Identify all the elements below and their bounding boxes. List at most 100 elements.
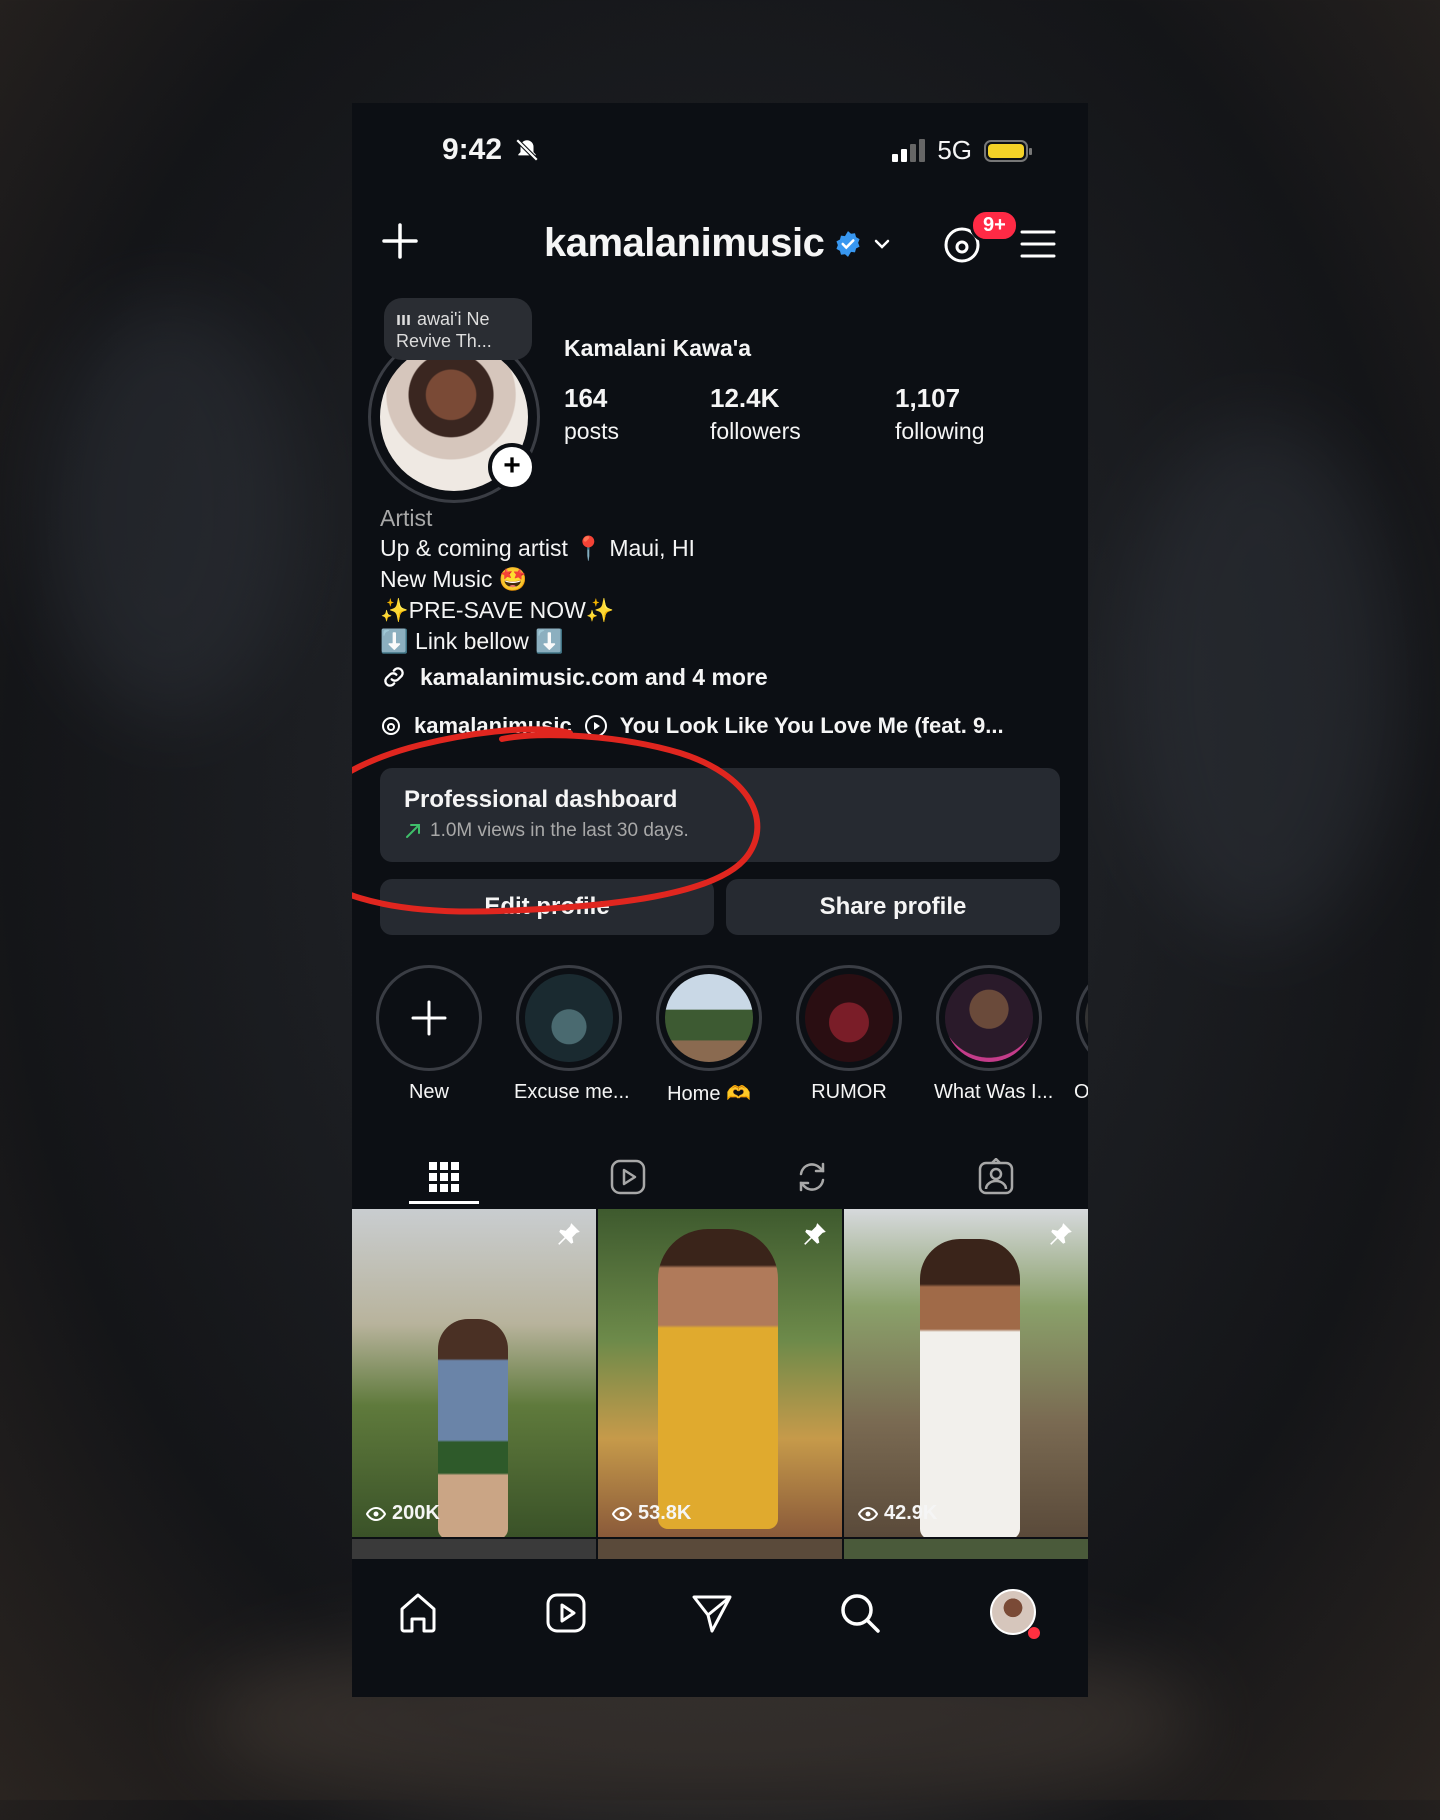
edit-profile-button[interactable]: Edit profile	[380, 879, 714, 935]
repost-icon	[799, 1162, 825, 1192]
pin-icon	[804, 1223, 826, 1245]
highlight-circle	[656, 965, 762, 1071]
highlight-thumbnail	[665, 974, 753, 1062]
highlight-label: What Was I...	[934, 1081, 1054, 1103]
background-blur-left	[40, 300, 300, 720]
share-profile-button[interactable]: Share profile	[726, 879, 1060, 935]
highlight-label: Home 🫶	[667, 1083, 751, 1105]
highlight-circle	[796, 965, 902, 1071]
link-icon	[384, 667, 404, 687]
post-tile-partial[interactable]	[352, 1539, 596, 1559]
network-label: 5G	[937, 135, 972, 165]
link-text: kamalanimusic.com and 4 more	[420, 663, 768, 690]
active-tab-indicator	[409, 1201, 479, 1204]
dashboard-views: 1.0M views in the last 30 days.	[430, 820, 689, 841]
play-circle-icon	[584, 715, 607, 737]
note-line-2: Revive Th...	[396, 331, 492, 351]
stat-value: 12.4K	[710, 383, 780, 413]
clock: 9:42	[442, 133, 503, 166]
account-switcher[interactable]: kamalanimusic	[544, 221, 892, 266]
eye-icon	[858, 1506, 878, 1521]
reels-icon	[610, 1159, 646, 1195]
posts-stat[interactable]: 164 posts	[564, 383, 619, 445]
view-count: 200K	[366, 1502, 440, 1525]
view-count-value: 200K	[392, 1502, 440, 1524]
post-tile-partial[interactable]	[598, 1539, 842, 1559]
post-tile[interactable]: 53.8K	[598, 1209, 842, 1537]
highlight-circle	[936, 965, 1042, 1071]
highlight-label: ON	[1074, 1081, 1088, 1103]
bio-line: ⬇️ Link bellow ⬇️	[380, 628, 564, 654]
highlight-circle	[376, 965, 482, 1071]
phone-screen: 9:42 5G kamalanimusic 9+ ııı awai'i Ne R…	[352, 103, 1088, 1697]
equalizer-icon: ııı	[396, 309, 412, 329]
threads-music-row[interactable]: kamalanimusic You Look Like You Love Me …	[380, 713, 1004, 739]
tagged-icon	[978, 1158, 1014, 1195]
battery-icon	[984, 139, 1032, 162]
notification-badge: 9+	[970, 209, 1019, 242]
chevron-down-icon	[875, 239, 890, 249]
stat-label: followers	[710, 418, 801, 444]
highlight-thumbnail	[525, 974, 613, 1062]
post-tile-partial[interactable]	[844, 1539, 1088, 1559]
bio-line: Up & coming artist 📍 Maui, HI	[380, 535, 695, 561]
display-name: Kamalani Kawa'a	[564, 335, 751, 361]
status-time: 9:42	[442, 133, 540, 167]
stat-value: 1,107	[895, 383, 961, 413]
profile-note[interactable]: ııı awai'i Ne Revive Th...	[384, 298, 532, 360]
threads-handle[interactable]: kamalanimusic	[414, 713, 572, 739]
following-stat[interactable]: 1,107 following	[895, 383, 985, 445]
signal-icon	[892, 139, 926, 162]
highlight-on[interactable]: ON	[1074, 965, 1088, 1104]
highlight-new[interactable]: New	[374, 965, 484, 1104]
stat-label: posts	[564, 418, 619, 444]
home-icon[interactable]	[394, 1589, 442, 1637]
post-tile[interactable]: 42.9K	[844, 1209, 1088, 1537]
status-indicators: 5G	[892, 135, 1032, 166]
tab-reels[interactable]	[536, 1143, 720, 1211]
highlight-circle	[1076, 965, 1088, 1071]
view-count-value: 53.8K	[638, 1502, 692, 1524]
reels-icon[interactable]	[542, 1589, 590, 1637]
highlight-home[interactable]: Home 🫶	[654, 965, 764, 1106]
followers-stat[interactable]: 12.4K followers	[710, 383, 801, 445]
add-story-icon[interactable]: +	[488, 443, 536, 491]
username: kamalanimusic	[544, 221, 825, 265]
hamburger-menu-icon[interactable]	[1020, 229, 1056, 259]
plus-icon[interactable]	[380, 221, 420, 261]
search-icon[interactable]	[836, 1589, 884, 1637]
post-tile[interactable]: 200K	[352, 1209, 596, 1537]
professional-dashboard[interactable]: Professional dashboard 1.0M views in the…	[380, 768, 1060, 862]
highlight-circle	[516, 965, 622, 1071]
eye-icon	[366, 1506, 386, 1521]
highlight-rumor[interactable]: RUMOR	[794, 965, 904, 1104]
bell-slash-icon	[516, 138, 539, 162]
view-count: 42.9K	[858, 1502, 937, 1525]
highlight-thumbnail	[805, 974, 893, 1062]
plus-icon	[411, 1000, 447, 1036]
eye-icon	[612, 1506, 632, 1521]
view-count: 53.8K	[612, 1502, 691, 1525]
activity-dot	[1028, 1627, 1040, 1639]
trend-up-icon	[406, 824, 420, 838]
dashboard-subtitle: 1.0M views in the last 30 days.	[404, 820, 1036, 842]
threads-small-icon	[382, 717, 400, 735]
bio-link[interactable]: kamalanimusic.com and 4 more	[380, 663, 768, 691]
highlight-what-was-i[interactable]: What Was I...	[934, 965, 1054, 1104]
dashboard-title: Professional dashboard	[404, 786, 678, 813]
highlight-label: RUMOR	[811, 1081, 887, 1103]
tab-tagged[interactable]	[904, 1143, 1088, 1211]
tab-reposts[interactable]	[720, 1143, 904, 1211]
highlight-label: New	[408, 1081, 449, 1103]
verified-badge-icon	[836, 230, 860, 257]
bottom-navigation	[352, 1559, 1088, 1697]
stat-label: following	[895, 418, 985, 444]
stat-value: 164	[564, 383, 608, 413]
music-title[interactable]: You Look Like You Love Me (feat. 9...	[620, 713, 1004, 739]
bio-line: New Music 🤩	[380, 566, 528, 592]
pin-icon	[1050, 1223, 1072, 1245]
highlight-thumbnail	[1085, 974, 1088, 1062]
highlight-excuse-me[interactable]: Excuse me...	[514, 965, 630, 1104]
background-blur-right	[1120, 420, 1400, 940]
send-icon[interactable]	[688, 1589, 736, 1637]
